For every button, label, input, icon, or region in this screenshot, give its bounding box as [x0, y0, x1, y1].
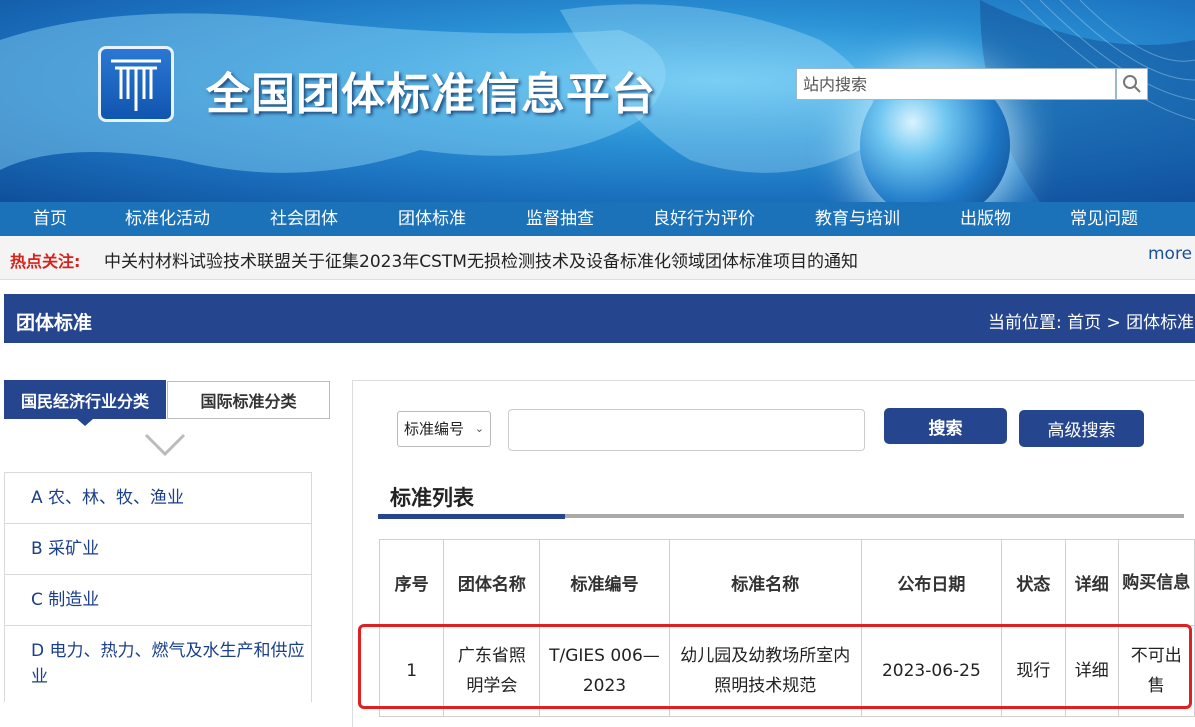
- cell-name: 幼儿园及幼教场所室内照明技术规范: [668, 625, 863, 717]
- col-header-date: 公布日期: [861, 539, 1002, 626]
- table-row: 1 广东省照明学会 T/GIES 006—2023 幼儿园及幼教场所室内照明技术…: [378, 625, 1195, 717]
- search-button[interactable]: 搜索: [884, 408, 1007, 444]
- nav-item-supervision[interactable]: 监督抽查: [526, 202, 594, 236]
- search-field-select[interactable]: 标准编号 ⌄: [397, 411, 491, 447]
- section-header: 团体标准 当前位置: 首页 > 团体标准: [4, 294, 1195, 343]
- page-title: 团体标准: [16, 312, 93, 334]
- site-search-button[interactable]: [1116, 68, 1148, 100]
- category-item-a[interactable]: A 农、林、牧、渔业: [4, 472, 312, 523]
- col-header-name: 标准名称: [668, 539, 863, 626]
- category-item-b[interactable]: B 采矿业: [4, 523, 312, 574]
- site-search-input[interactable]: [796, 68, 1116, 100]
- keyword-input[interactable]: [508, 409, 865, 451]
- category-item-d[interactable]: D 电力、热力、燃气及水生产和供应业: [4, 625, 312, 702]
- tab-international-classification[interactable]: 国际标准分类: [167, 381, 330, 419]
- nav-item-home[interactable]: 首页: [33, 202, 67, 236]
- search-field-select-value: 标准编号: [404, 420, 465, 438]
- site-title: 全国团体标准信息平台: [206, 69, 656, 120]
- cell-org: 广东省照明学会: [443, 625, 541, 717]
- list-title: 标准列表: [390, 486, 474, 510]
- hot-label: 热点关注:: [10, 252, 81, 271]
- category-item-c[interactable]: C 制造业: [4, 574, 312, 625]
- nav-item-organizations[interactable]: 社会团体: [270, 202, 338, 236]
- search-icon: [1123, 75, 1141, 93]
- more-link[interactable]: more: [1148, 244, 1192, 264]
- cell-status: 现行: [1000, 625, 1067, 717]
- nav-item-publications[interactable]: 出版物: [960, 202, 1011, 236]
- cell-purchase: 不可出售: [1117, 625, 1195, 717]
- advanced-search-button[interactable]: 高级搜索: [1019, 410, 1144, 447]
- cell-index: 1: [378, 625, 445, 717]
- nav-item-group-standards[interactable]: 团体标准: [398, 202, 466, 236]
- list-divider: [565, 514, 1184, 518]
- col-header-detail: 详细: [1065, 539, 1119, 626]
- list-title-underline: [378, 514, 565, 519]
- col-header-purchase: 购买信息: [1117, 539, 1195, 626]
- header-banner: 全国团体标准信息平台: [0, 0, 1195, 202]
- nav-item-evaluation[interactable]: 良好行为评价: [653, 202, 755, 236]
- hot-news-bar: 热点关注: 中关村材料试验技术联盟关于征集2023年CSTM无损检测技术及设备标…: [0, 236, 1195, 280]
- hot-news-link[interactable]: 中关村材料试验技术联盟关于征集2023年CSTM无损检测技术及设备标准化领域团体…: [104, 247, 858, 272]
- col-header-index: 序号: [378, 539, 445, 626]
- nav-item-education[interactable]: 教育与培训: [815, 202, 900, 236]
- site-logo: [98, 46, 174, 122]
- active-tab-arrow: [77, 419, 93, 426]
- col-header-status: 状态: [1000, 539, 1067, 626]
- breadcrumb: 当前位置: 首页 > 团体标准: [988, 313, 1195, 333]
- table-header-row: 序号 团体名称 标准编号 标准名称 公布日期 状态 详细 购买信息: [378, 539, 1195, 626]
- cell-code: T/GIES 006—2023: [539, 625, 670, 717]
- detail-link[interactable]: 详细: [1065, 625, 1119, 717]
- nav-item-standardization[interactable]: 标准化活动: [125, 202, 210, 236]
- cell-date: 2023-06-25: [861, 625, 1002, 717]
- tab-industry-classification[interactable]: 国民经济行业分类: [4, 380, 166, 419]
- chevron-down-icon[interactable]: [143, 432, 187, 458]
- nav-item-faq[interactable]: 常见问题: [1070, 202, 1138, 236]
- col-header-org: 团体名称: [443, 539, 541, 626]
- standards-table: 序号 团体名称 标准编号 标准名称 公布日期 状态 详细 购买信息 1 广东省照…: [378, 539, 1195, 717]
- category-list: A 农、林、牧、渔业 B 采矿业 C 制造业 D 电力、热力、燃气及水生产和供应…: [4, 472, 312, 702]
- main-nav: 首页 标准化活动 社会团体 团体标准 监督抽查 良好行为评价 教育与培训 出版物…: [0, 202, 1195, 236]
- col-header-code: 标准编号: [539, 539, 670, 626]
- chevron-down-icon: ⌄: [474, 422, 484, 435]
